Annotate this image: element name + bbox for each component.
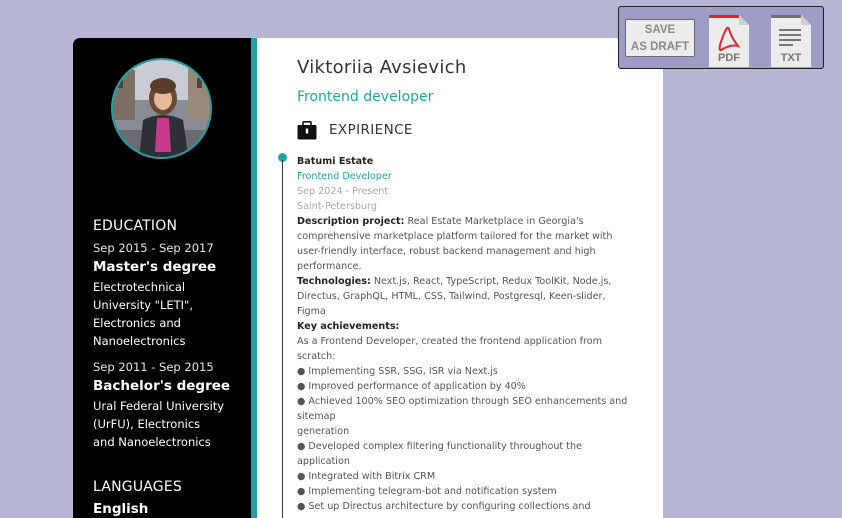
- description-line: comprehensive marketplace platform tailo…: [297, 231, 613, 242]
- education-school: Electrotechnical University "LETI", Elec…: [93, 278, 233, 350]
- achievement-line: ● Implementing SSR, SSG, ISR via Next.js: [297, 366, 498, 377]
- description-line: Description project: Real Estate Marketp…: [297, 214, 647, 229]
- candidate-name: Viktoriia Avsievich: [297, 57, 467, 78]
- achievement-line: ● Integrated with Bitrix CRM: [297, 471, 436, 482]
- achievement-line: application: [297, 456, 350, 467]
- draft-label-line1: SAVE: [644, 24, 676, 36]
- school-line: University "LETI",: [93, 298, 193, 312]
- job-location: Saint-Petersburg: [297, 201, 377, 212]
- export-toolbar: SAVE AS DRAFT PDF TXT: [618, 6, 824, 69]
- education-dates: Sep 2011 - Sep 2015: [93, 360, 214, 374]
- school-line: Electrotechnical: [93, 280, 186, 294]
- technologies-label: Technologies:: [297, 276, 371, 287]
- experience-entry: Batumi Estate Frontend Developer Sep 202…: [297, 154, 647, 514]
- language-item: English: [93, 501, 149, 517]
- resume-preview: EDUCATION Sep 2015 - Sep 2017 Master's d…: [73, 38, 663, 518]
- school-line: (UrFU), Electronics: [93, 417, 201, 431]
- technologies-text: Next.js, React, TypeScript, Redux ToolKi…: [370, 276, 612, 287]
- education-heading: EDUCATION: [93, 218, 178, 234]
- save-as-draft-button[interactable]: SAVE AS DRAFT: [625, 19, 695, 57]
- resume-sidebar: EDUCATION Sep 2015 - Sep 2017 Master's d…: [73, 38, 251, 518]
- candidate-role: Frontend developer: [297, 89, 434, 105]
- timeline-line: [282, 160, 283, 518]
- achievement-line: As a Frontend Developer, created the fro…: [297, 336, 602, 347]
- experience-heading: EXPIRIENCE: [329, 122, 413, 138]
- description-label: Description project:: [297, 216, 405, 227]
- languages-heading: LANGUAGES: [93, 479, 182, 495]
- export-txt-button[interactable]: TXT: [769, 11, 813, 67]
- education-school: Ural Federal University (UrFU), Electron…: [93, 397, 233, 451]
- school-line: Electronics and: [93, 316, 181, 330]
- description-line: user-friendly interface, robust backend …: [297, 246, 596, 257]
- education-degree: Bachelor's degree: [93, 378, 231, 394]
- achievement-line: ● Developed complex filtering functional…: [297, 441, 582, 452]
- txt-label: TXT: [780, 52, 802, 64]
- technologies-line: Figma: [297, 306, 326, 317]
- pdf-label: PDF: [718, 52, 740, 64]
- education-degree: Master's degree: [93, 259, 217, 275]
- school-line: Nanoelectronics: [93, 334, 186, 348]
- achievement-line: ● Improved performance of application by…: [297, 381, 526, 392]
- job-dates: Sep 2024 - Present: [297, 186, 389, 197]
- achievements-label: Key achievements:: [297, 319, 647, 334]
- achievement-line: generation: [297, 426, 350, 437]
- school-line: Ural Federal University: [93, 399, 225, 413]
- job-position: Frontend Developer: [297, 171, 392, 182]
- description-line: performance.: [297, 261, 362, 272]
- draft-label-line2: AS DRAFT: [630, 41, 690, 53]
- achievement-line: ● Achieved 100% SEO optimization through…: [297, 396, 628, 407]
- achievements-label-text: Key achievements:: [297, 321, 400, 332]
- avatar: [111, 58, 212, 159]
- education-dates: Sep 2015 - Sep 2017: [93, 241, 214, 255]
- school-line: and Nanoelectronics: [93, 435, 211, 449]
- description-text: Real Estate Marketplace in Georgia's: [404, 216, 584, 227]
- briefcase-icon: [297, 121, 317, 140]
- profile-photo: [113, 60, 210, 157]
- technologies-line: Directus, GraphQL, HTML, CSS, Tailwind, …: [297, 291, 606, 302]
- technologies-line: Technologies: Next.js, React, TypeScript…: [297, 274, 647, 289]
- resume-main: Viktoriia Avsievich Frontend developer E…: [257, 38, 663, 518]
- company-name: Batumi Estate: [297, 156, 374, 167]
- achievement-line: ● Implementing telegram-bot and notifica…: [297, 486, 557, 497]
- achievement-line: sitemap: [297, 411, 336, 422]
- export-pdf-button[interactable]: PDF: [707, 11, 751, 67]
- achievement-line: scratch:: [297, 351, 336, 362]
